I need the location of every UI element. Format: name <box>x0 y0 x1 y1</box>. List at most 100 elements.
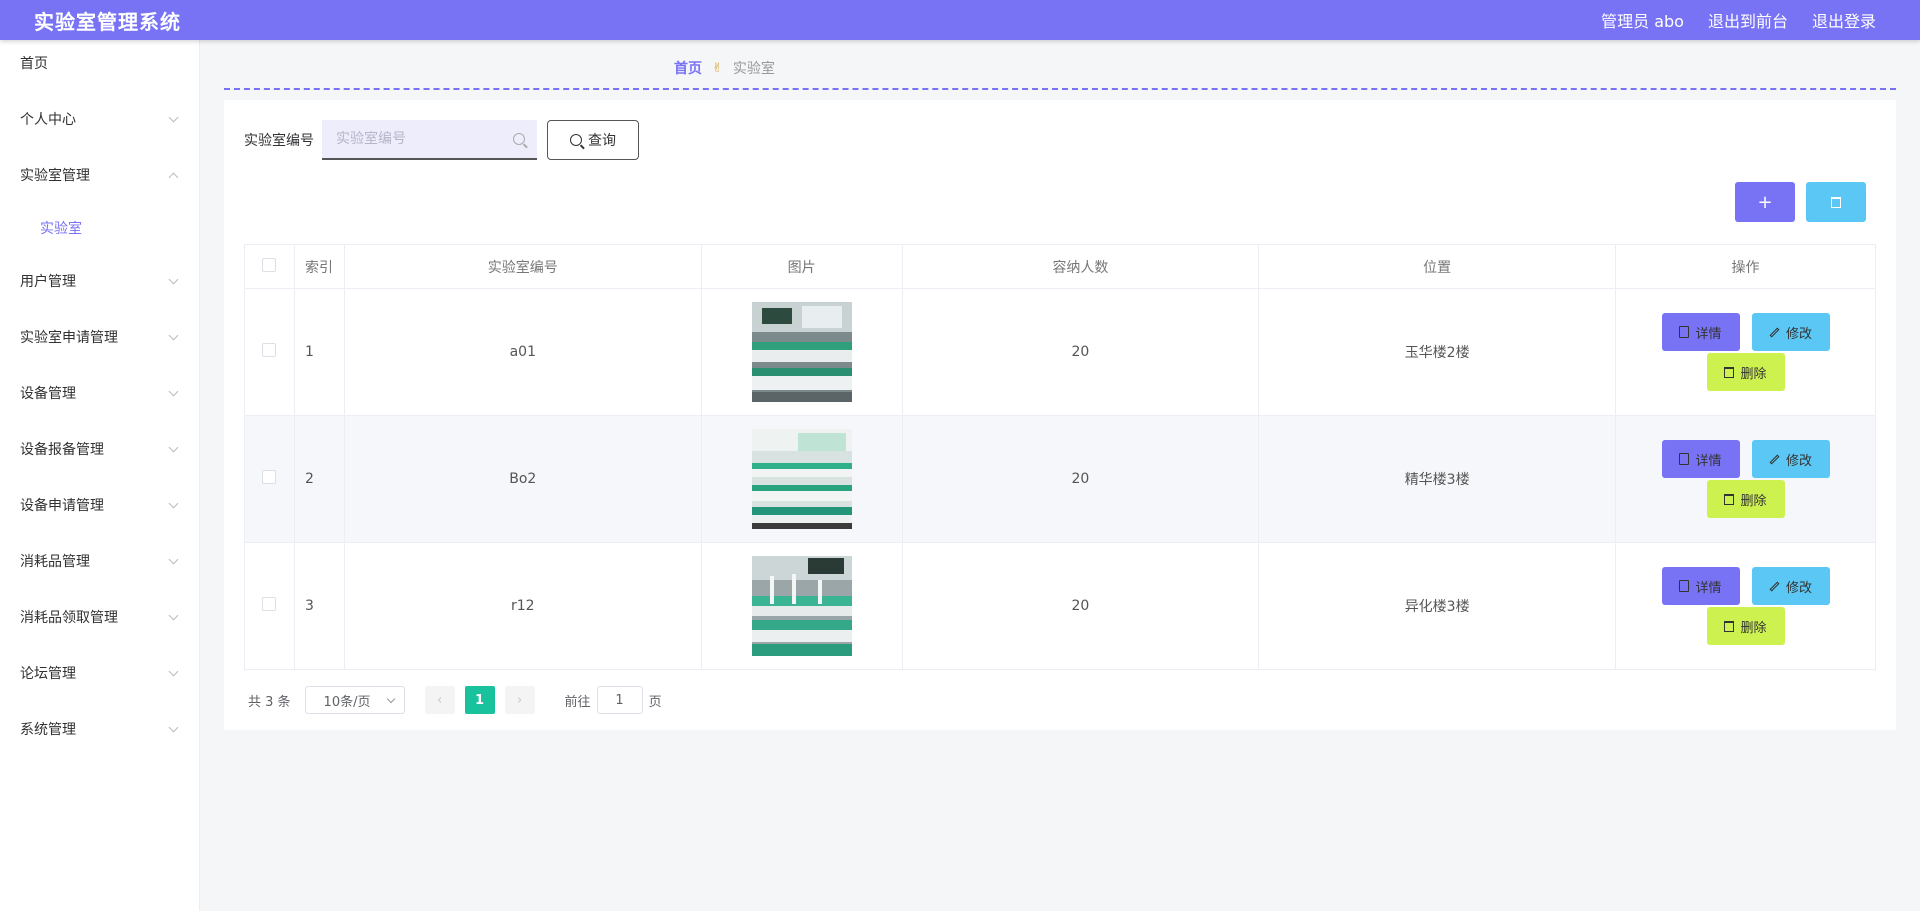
edit-label: 修改 <box>1785 326 1812 342</box>
edit-button[interactable]: 修改 <box>1751 440 1830 478</box>
delete-label: 删除 <box>1740 366 1767 382</box>
sidebar-item-label: 用户管理 <box>20 274 76 290</box>
query-button-label: 查询 <box>588 133 616 149</box>
next-page-button[interactable]: › <box>504 686 535 714</box>
sidebar-item-label: 实验室申请管理 <box>20 330 118 346</box>
detail-button[interactable]: 详情 <box>1661 567 1740 605</box>
column-header-capacity: 容纳人数 <box>901 244 1260 289</box>
column-header-index: 索引 <box>293 244 345 289</box>
pencil-icon <box>1769 454 1780 464</box>
table-row: 1 a01 20 玉华楼2楼 详情 修改 删除 <box>244 288 1876 416</box>
row-checkbox[interactable] <box>262 343 277 357</box>
admin-user[interactable]: 管理员 abo <box>1601 8 1684 32</box>
detail-label: 详情 <box>1695 453 1722 469</box>
sidebar-item-system[interactable]: 系统管理 <box>0 701 199 757</box>
table-row: 2 Bo2 20 精华楼3楼 详情 修改 删除 <box>244 415 1876 543</box>
search-input[interactable] <box>336 131 506 147</box>
table-row: 3 r12 20 异化楼3楼 详情 修改 删除 <box>244 542 1876 670</box>
detail-label: 详情 <box>1695 580 1722 596</box>
chevron-down-icon <box>386 694 395 703</box>
row-select-cell <box>244 415 295 543</box>
sidebar-subitem-lab[interactable]: 实验室 <box>0 203 199 253</box>
chevron-right-icon: › <box>516 692 523 708</box>
row-checkbox[interactable] <box>262 470 277 484</box>
prev-page-button[interactable]: ‹ <box>424 686 455 714</box>
sidebar-item-label: 消耗品领取管理 <box>20 610 118 626</box>
delete-button[interactable]: 删除 <box>1706 607 1785 645</box>
lab-photo[interactable] <box>751 302 852 402</box>
page-size-value: 10条/页 <box>323 694 371 710</box>
sidebar-item-personal[interactable]: 个人中心 <box>0 91 199 147</box>
goto-page-input[interactable] <box>596 686 643 714</box>
sidebar-item-home[interactable]: 首页 <box>0 35 199 91</box>
column-header-image: 图片 <box>700 244 903 289</box>
document-icon <box>1679 326 1690 338</box>
page-size-select[interactable]: 10条/页 <box>304 686 405 714</box>
edit-button[interactable]: 修改 <box>1751 313 1830 351</box>
lab-photo[interactable] <box>751 556 852 656</box>
search-icon <box>513 133 525 145</box>
sidebar-item-consumable-collection[interactable]: 消耗品领取管理 <box>0 589 199 645</box>
delete-label: 删除 <box>1740 493 1767 509</box>
query-button[interactable]: 查询 <box>547 120 639 160</box>
sidebar: 首页 个人中心 实验室管理 实验室 用户管理 实验室申请管理 设备管理 设备报备… <box>0 40 200 911</box>
row-image-cell <box>700 288 903 416</box>
lab-photo[interactable] <box>751 429 852 529</box>
detail-button[interactable]: 详情 <box>1661 440 1740 478</box>
lab-table: 索引 实验室编号 图片 容纳人数 位置 操作 1 a01 20 玉华楼2楼 详情… <box>244 244 1876 670</box>
sidebar-item-consumables[interactable]: 消耗品管理 <box>0 533 199 589</box>
sidebar-item-label: 设备管理 <box>20 386 76 402</box>
row-checkbox[interactable] <box>262 597 277 611</box>
delete-button[interactable]: 删除 <box>1706 480 1785 518</box>
select-all-cell <box>244 244 295 289</box>
sidebar-item-lab-management[interactable]: 实验室管理 <box>0 147 199 203</box>
edit-label: 修改 <box>1785 453 1812 469</box>
row-index: 1 <box>293 288 345 416</box>
sidebar-item-label: 论坛管理 <box>20 666 76 682</box>
row-capacity: 20 <box>901 415 1260 543</box>
select-all-checkbox[interactable] <box>262 257 277 272</box>
detail-label: 详情 <box>1695 326 1722 342</box>
sidebar-item-forum[interactable]: 论坛管理 <box>0 645 199 701</box>
chevron-down-icon <box>168 498 179 508</box>
sidebar-item-label: 实验室管理 <box>20 168 90 184</box>
page-number-current[interactable]: 1 <box>464 686 495 714</box>
content-panel: 实验室编号 查询 + 索引 实验室编号 图片 容纳人数 位置 操作 <box>224 100 1896 730</box>
sidebar-item-user-management[interactable]: 用户管理 <box>0 253 199 309</box>
breadcrumb-divider <box>224 88 1896 90</box>
trash-icon <box>1724 620 1735 632</box>
row-code: a01 <box>343 288 702 416</box>
edit-label: 修改 <box>1785 580 1812 596</box>
logout-link[interactable]: 退出登录 <box>1812 8 1876 32</box>
goto-label: 前往 <box>564 694 591 710</box>
row-select-cell <box>244 542 295 670</box>
edit-button[interactable]: 修改 <box>1751 567 1830 605</box>
plus-icon: + <box>1757 191 1773 213</box>
row-ops: 详情 修改 删除 <box>1615 288 1876 416</box>
add-button[interactable]: + <box>1735 182 1795 222</box>
chevron-down-icon <box>168 442 179 452</box>
search-icon <box>570 134 582 146</box>
pencil-icon <box>1769 581 1780 591</box>
delete-button[interactable]: 删除 <box>1706 353 1785 391</box>
chevron-down-icon <box>168 610 179 620</box>
detail-button[interactable]: 详情 <box>1661 313 1740 351</box>
sidebar-item-lab-application[interactable]: 实验室申请管理 <box>0 309 199 365</box>
chevron-down-icon <box>168 112 179 122</box>
row-location: 异化楼3楼 <box>1258 542 1617 670</box>
delete-label: 删除 <box>1740 620 1767 636</box>
sidebar-item-label: 首页 <box>20 56 48 72</box>
sidebar-item-label: 系统管理 <box>20 722 76 738</box>
batch-delete-button[interactable] <box>1806 182 1866 222</box>
breadcrumb-home[interactable]: 首页 <box>674 58 702 78</box>
sidebar-item-label: 设备报备管理 <box>20 442 104 458</box>
trash-icon <box>1831 196 1841 208</box>
back-to-front-link[interactable]: 退出到前台 <box>1708 8 1788 32</box>
sidebar-item-label: 设备申请管理 <box>20 498 104 514</box>
search-field[interactable] <box>322 120 537 160</box>
row-location: 玉华楼2楼 <box>1258 288 1617 416</box>
column-header-ops: 操作 <box>1615 244 1876 289</box>
sidebar-item-equipment-application[interactable]: 设备申请管理 <box>0 477 199 533</box>
sidebar-item-equipment-report[interactable]: 设备报备管理 <box>0 421 199 477</box>
sidebar-item-equipment[interactable]: 设备管理 <box>0 365 199 421</box>
